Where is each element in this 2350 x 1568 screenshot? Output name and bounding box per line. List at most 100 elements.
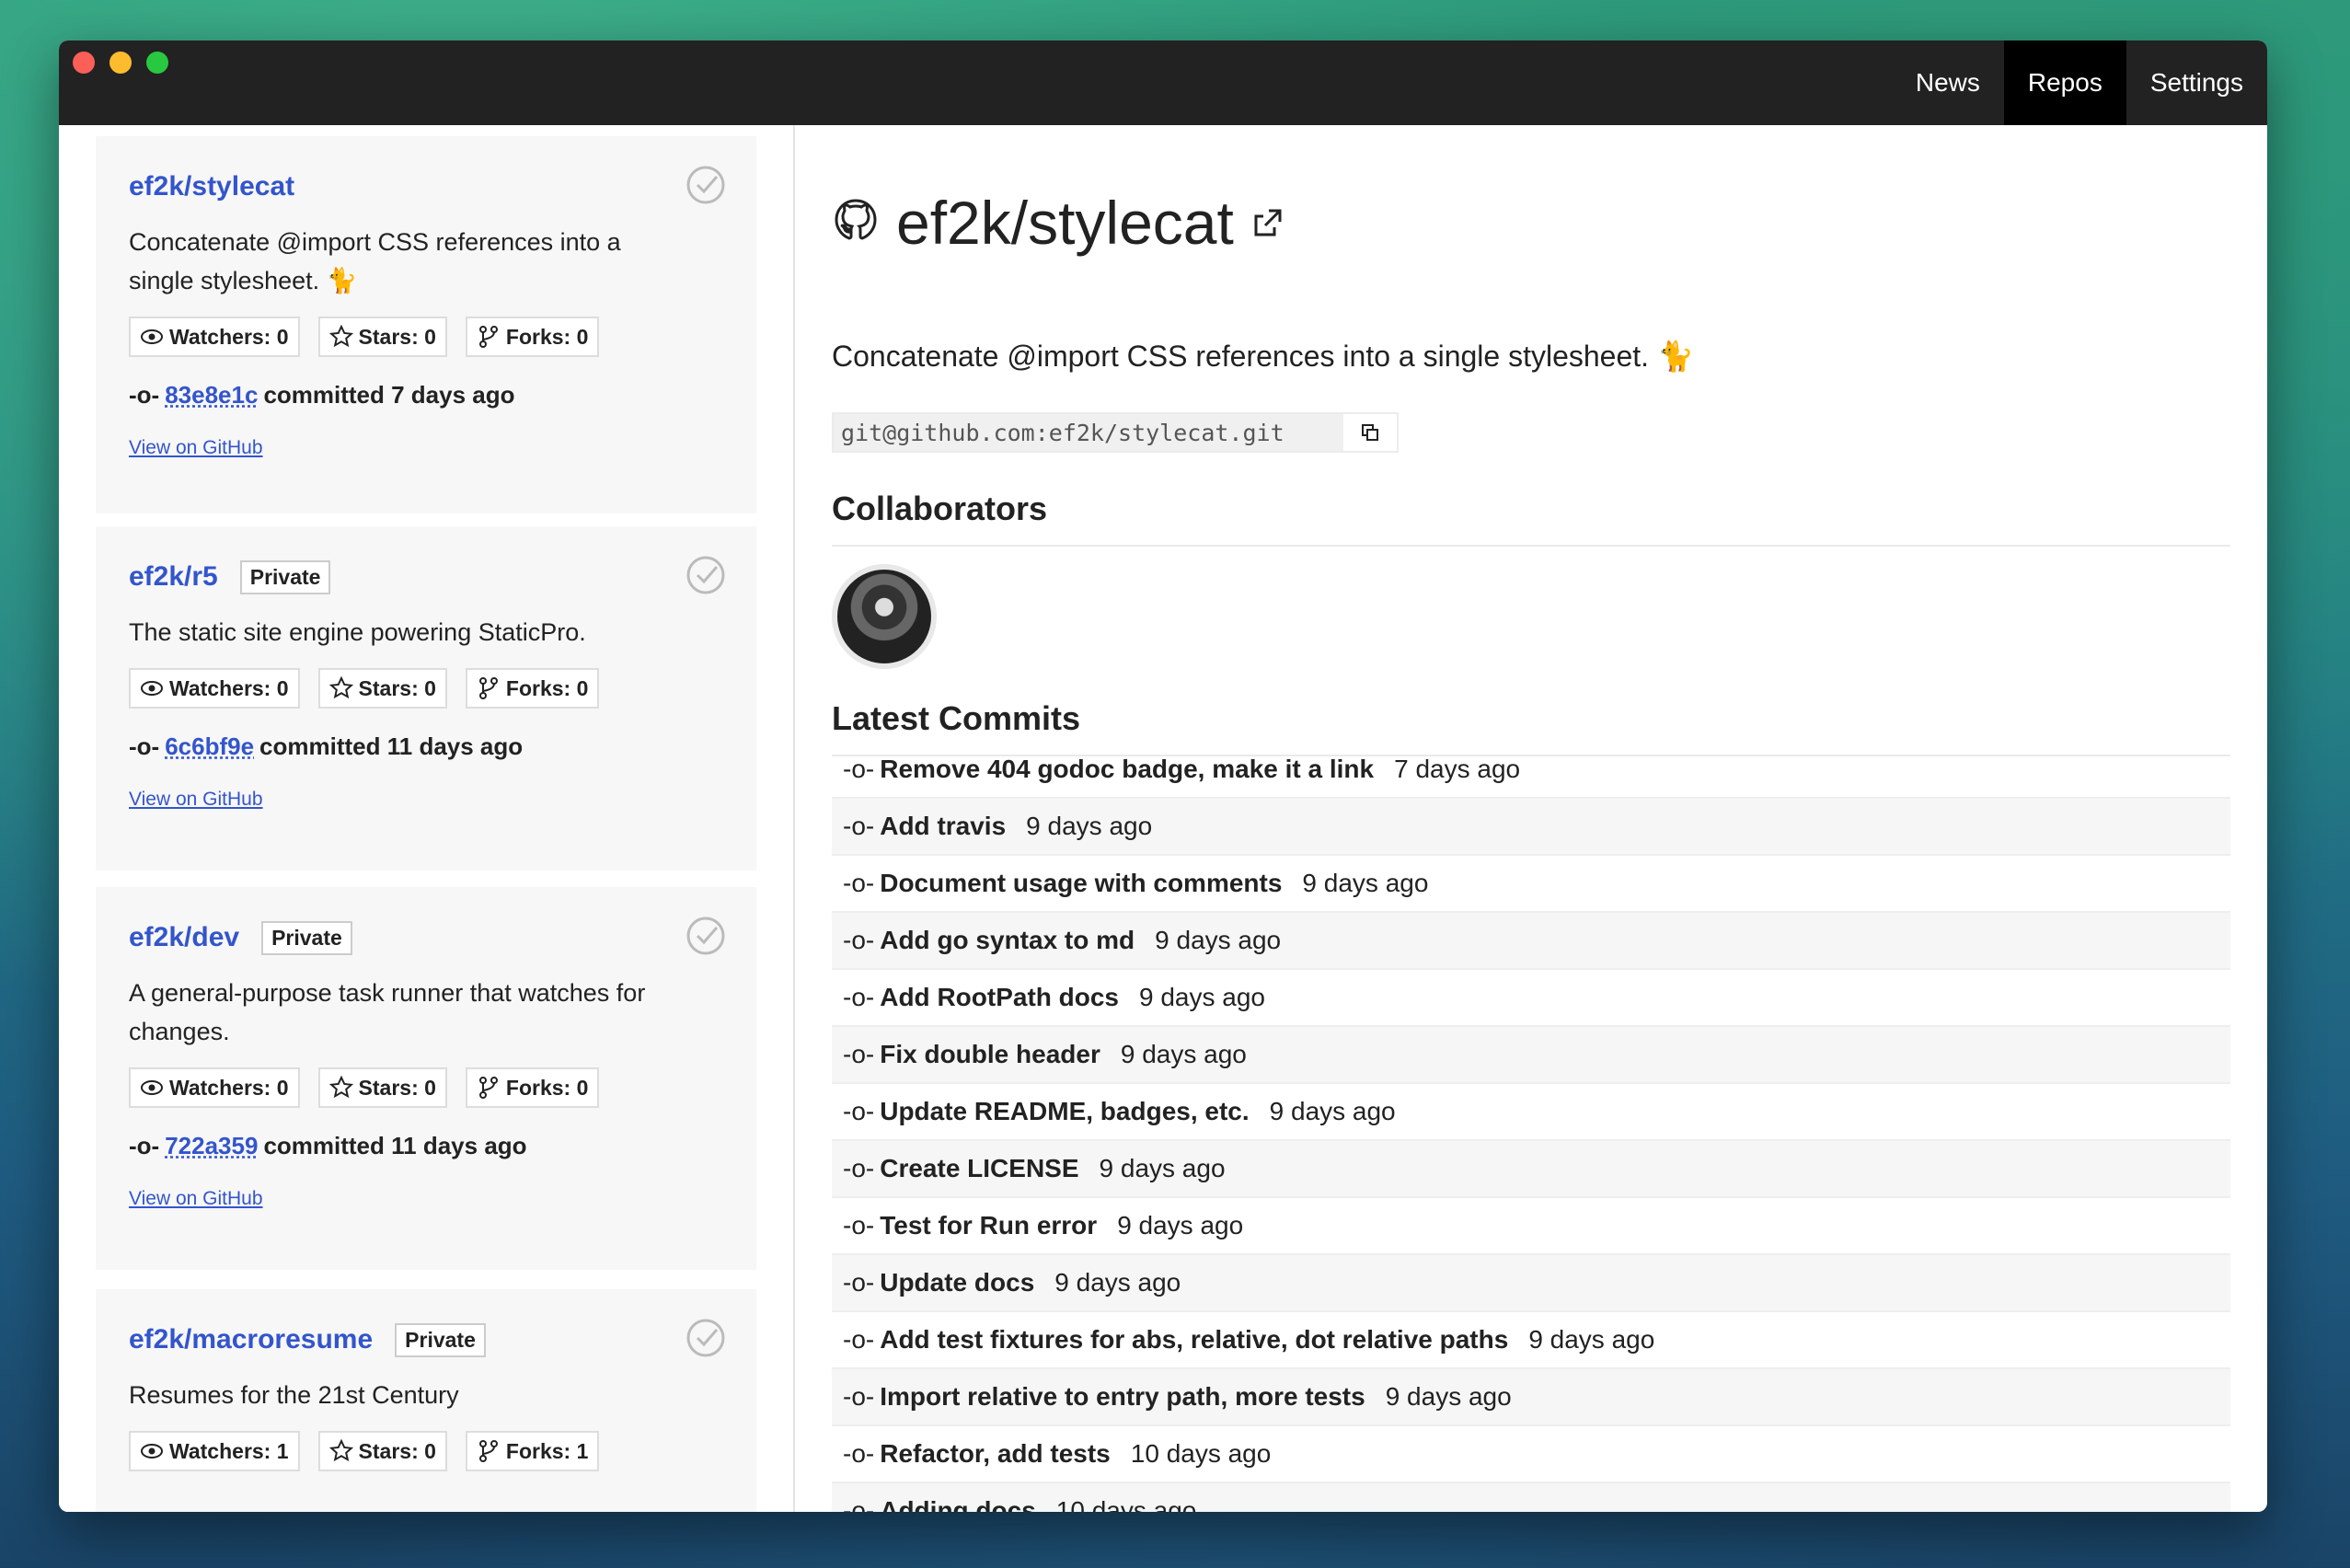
forks-badge: Forks: 0 — [465, 1067, 600, 1108]
repo-name-link[interactable]: ef2k/stylecat — [129, 171, 294, 202]
titlebar: News Repos Settings — [59, 40, 2267, 125]
commit-time: 9 days ago — [1117, 1211, 1244, 1239]
watchers-badge: Watchers: 0 — [129, 668, 300, 709]
commit-row[interactable]: -o- Update docs 9 days ago — [832, 1255, 2230, 1312]
commit-row[interactable]: -o- Add test fixtures for abs, relative, … — [832, 1312, 2230, 1369]
repo-description: Resumes for the 21st Century — [129, 1381, 459, 1409]
commit-icon: -o- — [843, 1040, 875, 1068]
repo-card[interactable]: ef2k/dev Private A general-purpose task … — [96, 887, 756, 1270]
commit-row[interactable]: -o- Add RootPath docs 9 days ago — [832, 970, 2230, 1027]
commit-row[interactable]: -o- Add travis 9 days ago — [832, 799, 2230, 856]
stars-badge: Stars: 0 — [317, 1067, 447, 1108]
minimize-window-button[interactable] — [109, 52, 132, 74]
repo-name-link[interactable]: ef2k/r5 — [129, 561, 218, 593]
repo-card[interactable]: ef2k/stylecat Concatenate @import CSS re… — [96, 136, 756, 513]
repo-sidebar[interactable]: ef2k/stylecat Concatenate @import CSS re… — [59, 125, 795, 1512]
commit-row[interactable]: -o- Add go syntax to md 9 days ago — [832, 913, 2230, 970]
repo-name-link[interactable]: ef2k/dev — [129, 922, 239, 953]
commit-icon: -o- — [843, 1211, 875, 1239]
view-on-github-link[interactable]: View on GitHub — [129, 789, 723, 811]
check-circle-icon[interactable] — [685, 554, 727, 596]
watchers-badge: Watchers: 1 — [129, 1431, 300, 1471]
commit-row[interactable]: -o- Test for Run error 9 days ago — [832, 1198, 2230, 1255]
commit-message: Document usage with comments — [880, 869, 1283, 897]
commit-icon: -o- — [129, 381, 160, 409]
latest-commit: -o- 83e8e1c committed 7 days ago — [129, 381, 515, 409]
commit-message: Refactor, add tests — [880, 1439, 1111, 1468]
zoom-window-button[interactable] — [146, 52, 168, 74]
latest-commit: -o- 722a359 committed 11 days ago — [129, 1132, 527, 1160]
repo-description: Concatenate @import CSS references into … — [129, 228, 621, 294]
commit-message: Fix double header — [880, 1040, 1100, 1068]
commit-time: 9 days ago — [1528, 1325, 1655, 1354]
fork-icon — [478, 1440, 498, 1462]
nav-settings[interactable]: Settings — [2126, 40, 2267, 125]
copy-button[interactable] — [1343, 414, 1397, 451]
commit-hash-link[interactable]: 6c6bf9e — [165, 732, 254, 761]
copy-icon — [1362, 424, 1378, 441]
private-badge: Private — [261, 920, 352, 955]
repo-card[interactable]: ef2k/macroresume Private Resumes for the… — [96, 1289, 756, 1512]
fork-icon — [478, 326, 498, 348]
commit-message: Adding docs — [880, 1496, 1036, 1512]
commit-row[interactable]: -o- Remove 404 godoc badge, make it a lin… — [832, 742, 2230, 799]
repo-name-link[interactable]: ef2k/macroresume — [129, 1324, 373, 1355]
external-link-icon[interactable] — [1250, 205, 1285, 240]
commit-icon: -o- — [843, 926, 875, 954]
check-circle-icon[interactable] — [685, 915, 727, 957]
commit-icon: -o- — [843, 755, 875, 783]
commit-message: Import relative to entry path, more test… — [880, 1382, 1365, 1411]
commit-icon: -o- — [843, 812, 875, 840]
commit-time: 9 days ago — [1054, 1268, 1181, 1297]
commit-icon: -o- — [129, 732, 160, 760]
commit-row[interactable]: -o- Adding docs 10 days ago — [832, 1483, 2230, 1512]
commit-message: Add test fixtures for abs, relative, dot… — [880, 1325, 1509, 1354]
commit-time: 9 days ago — [1155, 926, 1282, 954]
eye-icon — [141, 681, 163, 696]
eye-icon — [141, 1080, 163, 1095]
star-icon — [328, 676, 353, 699]
star-icon — [328, 1439, 353, 1462]
stars-badge: Stars: 0 — [317, 317, 447, 357]
commit-message: Update docs — [880, 1268, 1035, 1297]
repo-card[interactable]: ef2k/r5 Private The static site engine p… — [96, 526, 756, 870]
commit-message: Add RootPath docs — [880, 983, 1119, 1011]
commit-hash-link[interactable]: 83e8e1c — [165, 381, 258, 409]
commit-time: 9 days ago — [1026, 812, 1153, 840]
commit-row[interactable]: -o- Update README, badges, etc. 9 days ago — [832, 1084, 2230, 1141]
stars-badge: Stars: 0 — [317, 1431, 447, 1471]
commit-hash-link[interactable]: 722a359 — [165, 1132, 258, 1160]
nav-news[interactable]: News — [1892, 40, 2004, 125]
forks-badge: Forks: 0 — [465, 317, 600, 357]
nav-repos[interactable]: Repos — [2003, 40, 2126, 125]
repo-title: ef2k/stylecat — [832, 188, 1285, 258]
stars-badge: Stars: 0 — [317, 668, 447, 709]
commit-time: 10 days ago — [1055, 1496, 1197, 1512]
github-octocat-icon — [835, 199, 877, 240]
commit-row[interactable]: -o- Fix double header 9 days ago — [832, 1027, 2230, 1084]
commit-icon: -o- — [843, 869, 875, 897]
eye-icon — [141, 329, 163, 344]
commit-message: Create LICENSE — [880, 1154, 1079, 1182]
close-window-button[interactable] — [73, 52, 95, 74]
commit-row[interactable]: -o- Document usage with comments 9 days ag… — [832, 856, 2230, 913]
commit-list: -o- Remove 404 godoc badge, make it a lin… — [832, 742, 2230, 1512]
commit-time: 9 days ago — [1302, 869, 1429, 897]
clone-url-field[interactable]: git@github.com:ef2k/stylecat.git — [832, 412, 1399, 453]
commit-message: Add go syntax to md — [880, 926, 1135, 954]
fork-icon — [478, 677, 498, 699]
commit-row[interactable]: -o- Import relative to entry path, more t… — [832, 1369, 2230, 1426]
collaborator-avatar[interactable] — [832, 564, 937, 669]
view-on-github-link[interactable]: View on GitHub — [129, 437, 723, 459]
commit-row[interactable]: -o- Refactor, add tests 10 days ago — [832, 1426, 2230, 1483]
star-icon — [328, 1076, 353, 1099]
check-circle-icon[interactable] — [685, 164, 727, 206]
view-on-github-link[interactable]: View on GitHub — [129, 1188, 723, 1210]
watchers-badge: Watchers: 0 — [129, 1067, 300, 1108]
commit-icon: -o- — [843, 1496, 875, 1512]
commit-row[interactable]: -o- Create LICENSE 9 days ago — [832, 1141, 2230, 1198]
check-circle-icon[interactable] — [685, 1317, 727, 1359]
repo-detail-panel: ef2k/stylecat Concatenate @import CSS re… — [795, 125, 2267, 1512]
repo-description: A general-purpose task runner that watch… — [129, 979, 646, 1045]
forks-badge: Forks: 1 — [465, 1431, 600, 1471]
